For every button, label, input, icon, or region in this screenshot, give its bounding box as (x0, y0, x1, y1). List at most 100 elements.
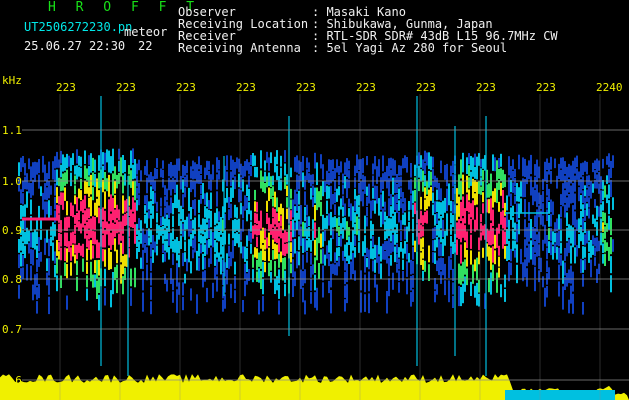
heatmap-cell (332, 194, 334, 205)
heatmap-cell (596, 158, 598, 173)
heatmap-cell (98, 277, 100, 293)
heatmap-cell (452, 214, 454, 227)
heatmap-cell (436, 201, 438, 212)
heatmap-cell (144, 166, 146, 175)
heatmap-cell (402, 271, 404, 282)
heatmap-cell (40, 230, 42, 240)
heatmap-cell (138, 229, 140, 241)
heatmap-cell (56, 187, 58, 203)
heatmap-cell (322, 214, 324, 230)
heatmap-cell (328, 172, 330, 185)
heatmap-cell (116, 279, 118, 294)
heatmap-cell (80, 223, 82, 234)
heatmap-cell (390, 169, 392, 181)
heatmap-cell (272, 207, 274, 218)
heatmap-cell (308, 162, 310, 173)
heatmap-cell (348, 236, 350, 245)
heatmap-cell (446, 188, 448, 211)
heatmap-cell (150, 286, 152, 300)
heatmap-cell (342, 217, 344, 228)
heatmap-cell (56, 169, 58, 186)
heatmap-cell (410, 276, 412, 291)
heatmap-cell (456, 239, 458, 255)
heatmap-cell (392, 196, 394, 214)
heatmap-cell (604, 253, 606, 266)
heatmap-cell (372, 163, 374, 175)
heatmap-cell (280, 203, 282, 215)
heatmap-cell (548, 202, 550, 214)
heatmap-cell (456, 205, 458, 221)
heatmap-cell (470, 281, 472, 296)
heatmap-cell (96, 280, 98, 299)
heatmap-cell (342, 195, 344, 206)
heatmap-cell (266, 176, 268, 188)
heatmap-cell (292, 199, 294, 218)
heatmap-cell (426, 196, 428, 210)
heatmap-cell (424, 187, 426, 199)
heatmap-cell (474, 166, 476, 179)
heatmap-cell (394, 246, 396, 263)
heatmap-cell (584, 234, 586, 246)
heatmap-cell (518, 187, 520, 202)
heatmap-cell (130, 150, 132, 169)
heatmap-cell (366, 196, 368, 206)
heatmap-cell (546, 196, 548, 209)
heatmap-cell (66, 216, 68, 231)
heatmap-cell (144, 205, 146, 214)
heatmap-cell (328, 186, 330, 199)
heatmap-cell (560, 206, 562, 218)
heatmap-cell (52, 161, 54, 180)
heatmap-cell (302, 156, 304, 171)
heatmap-cell (252, 225, 254, 239)
heatmap-cell (206, 224, 208, 239)
heatmap-cell (534, 254, 536, 266)
heatmap-cell (46, 173, 48, 186)
heatmap-cell (52, 222, 54, 241)
heatmap-cell (460, 223, 462, 243)
heatmap-cell (434, 201, 436, 213)
heatmap-cell (210, 192, 212, 209)
heatmap-cell (580, 258, 582, 274)
heatmap-cell (458, 286, 460, 307)
heatmap-cell (386, 241, 388, 264)
heatmap-cell (74, 254, 76, 264)
heatmap-cell (560, 218, 562, 230)
heatmap-cell (426, 152, 428, 166)
heatmap-cell (388, 278, 390, 297)
heatmap-cell (322, 265, 324, 281)
heatmap-cell (124, 173, 126, 186)
heatmap-cell (314, 205, 316, 221)
heatmap-cell (366, 186, 368, 196)
heatmap-cell (406, 261, 408, 277)
heatmap-cell (384, 211, 386, 221)
heatmap-cell (568, 224, 570, 238)
heatmap-cell (558, 163, 560, 179)
x-tick-label: 223 (236, 81, 256, 94)
heatmap-cell (146, 264, 148, 281)
heatmap-cell (246, 209, 248, 222)
heatmap-cell (338, 236, 340, 246)
heatmap-cell (450, 200, 452, 212)
heatmap-cell (276, 165, 278, 181)
heatmap-cell (476, 207, 478, 230)
heatmap-cell (424, 211, 426, 223)
heatmap-cell (550, 199, 552, 213)
heatmap-cell (208, 161, 210, 170)
heatmap-cell (604, 226, 606, 239)
datetime: 25.06.27 22:30 (24, 39, 126, 53)
heatmap-cell (488, 183, 490, 198)
heatmap-cell (380, 177, 382, 193)
heatmap-cell (476, 181, 478, 205)
heatmap-cell (348, 208, 350, 217)
heatmap-cell (206, 287, 208, 303)
heatmap-cell (76, 197, 78, 212)
heatmap-cell (444, 230, 446, 246)
heatmap-cell (422, 259, 424, 270)
heatmap-cell (94, 174, 96, 187)
heatmap-cell (150, 229, 152, 243)
heatmap-cell (198, 199, 200, 213)
heatmap-cell (334, 252, 336, 264)
heatmap-cell (422, 181, 424, 192)
heatmap-cell (20, 189, 22, 204)
heatmap-cell (452, 295, 454, 308)
